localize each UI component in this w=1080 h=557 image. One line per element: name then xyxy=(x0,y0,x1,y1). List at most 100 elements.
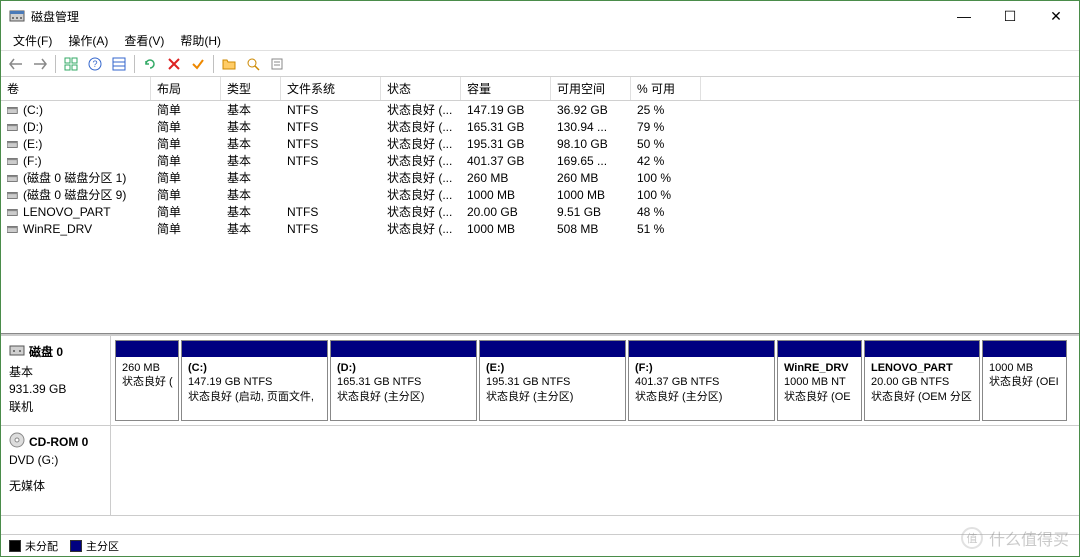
watermark-text: 什么值得买 xyxy=(989,526,1069,550)
partition-status: 状态良好 (OEM 分区 xyxy=(871,390,973,404)
volume-row[interactable]: (C:)简单基本NTFS状态良好 (...147.19 GB36.92 GB25… xyxy=(1,101,1079,118)
tiles-view-icon[interactable] xyxy=(60,53,82,75)
partition-header xyxy=(778,341,861,357)
properties-icon[interactable] xyxy=(266,53,288,75)
volume-free: 36.92 GB xyxy=(551,102,631,118)
watermark: 值 什么值得买 xyxy=(961,526,1069,550)
partition[interactable]: (F:)401.37 GB NTFS状态良好 (主分区) xyxy=(628,340,775,421)
partition-status: 状态良好 (主分区) xyxy=(486,390,619,404)
legend-unallocated: 未分配 xyxy=(9,538,58,554)
partition-status: 状态良好 ( xyxy=(122,375,172,389)
partition-size: 20.00 GB NTFS xyxy=(871,375,973,389)
disk-label[interactable]: CD-ROM 0DVD (G:)无媒体 xyxy=(1,426,111,515)
partition[interactable]: 1000 MB状态良好 (OEI xyxy=(982,340,1067,421)
volume-free: 1000 MB xyxy=(551,187,631,203)
toolbar-separator xyxy=(55,55,56,73)
partition[interactable]: (D:)165.31 GB NTFS状态良好 (主分区) xyxy=(330,340,477,421)
volume-fs xyxy=(281,194,381,196)
partition-size: 1000 MB NT xyxy=(784,375,855,389)
disk-type: DVD (G:) xyxy=(9,453,102,467)
partition-size: 401.37 GB NTFS xyxy=(635,375,768,389)
refresh-icon[interactable] xyxy=(139,53,161,75)
volume-size: 20.00 GB xyxy=(461,204,551,220)
maximize-button[interactable]: ☐ xyxy=(987,1,1033,31)
volume-row[interactable]: LENOVO_PART简单基本NTFS状态良好 (...20.00 GB9.51… xyxy=(1,203,1079,220)
menu-help[interactable]: 帮助(H) xyxy=(172,30,229,51)
volume-type: 基本 xyxy=(221,219,281,238)
partition-label: (D:) xyxy=(337,361,470,375)
titlebar[interactable]: 磁盘管理 — ☐ ✕ xyxy=(1,1,1079,31)
disk-row: 磁盘 0基本931.39 GB联机260 MB状态良好 ((C:)147.19 … xyxy=(1,336,1079,426)
partition-status: 状态良好 (主分区) xyxy=(337,390,470,404)
disk-state: 联机 xyxy=(9,398,102,415)
menu-action[interactable]: 操作(A) xyxy=(60,30,116,51)
folder-icon[interactable] xyxy=(218,53,240,75)
col-header-status[interactable]: 状态 xyxy=(381,77,461,100)
partition[interactable]: (C:)147.19 GB NTFS状态良好 (启动, 页面文件, xyxy=(181,340,328,421)
menubar: 文件(F) 操作(A) 查看(V) 帮助(H) xyxy=(1,31,1079,51)
menu-file[interactable]: 文件(F) xyxy=(5,30,60,51)
volume-pct: 48 % xyxy=(631,204,701,220)
volume-name: (C:) xyxy=(23,103,43,117)
partition-header xyxy=(116,341,178,357)
search-icon[interactable] xyxy=(242,53,264,75)
minimize-button[interactable]: — xyxy=(941,1,987,31)
col-header-type[interactable]: 类型 xyxy=(221,77,281,100)
volume-fs: NTFS xyxy=(281,136,381,152)
volume-size: 1000 MB xyxy=(461,187,551,203)
disk-partitions xyxy=(111,426,1079,515)
volume-size: 1000 MB xyxy=(461,221,551,237)
legend-swatch-unalloc xyxy=(9,540,21,552)
volume-list[interactable]: 卷 布局 类型 文件系统 状态 容量 可用空间 % 可用 (C:)简单基本NTF… xyxy=(1,77,1079,334)
volume-row[interactable]: (F:)简单基本NTFS状态良好 (...401.37 GB169.65 ...… xyxy=(1,152,1079,169)
volume-row[interactable]: WinRE_DRV简单基本NTFS状态良好 (...1000 MB508 MB5… xyxy=(1,220,1079,237)
volume-name: LENOVO_PART xyxy=(23,205,111,219)
disk-row: CD-ROM 0DVD (G:)无媒体 xyxy=(1,426,1079,516)
volume-pct: 51 % xyxy=(631,221,701,237)
col-header-pct[interactable]: % 可用 xyxy=(631,77,701,100)
back-button[interactable] xyxy=(5,53,27,75)
volume-pct: 42 % xyxy=(631,153,701,169)
volume-free: 130.94 ... xyxy=(551,119,631,135)
col-header-layout[interactable]: 布局 xyxy=(151,77,221,100)
col-header-volume[interactable]: 卷 xyxy=(1,77,151,100)
list-header: 卷 布局 类型 文件系统 状态 容量 可用空间 % 可用 xyxy=(1,77,1079,101)
partition-status: 状态良好 (主分区) xyxy=(635,390,768,404)
partition[interactable]: LENOVO_PART20.00 GB NTFS状态良好 (OEM 分区 xyxy=(864,340,980,421)
partition-header xyxy=(182,341,327,357)
disk-graph-pane[interactable]: 磁盘 0基本931.39 GB联机260 MB状态良好 ((C:)147.19 … xyxy=(1,334,1079,534)
volume-row[interactable]: (D:)简单基本NTFS状态良好 (...165.31 GB130.94 ...… xyxy=(1,118,1079,135)
partition[interactable]: (E:)195.31 GB NTFS状态良好 (主分区) xyxy=(479,340,626,421)
help-icon[interactable]: ? xyxy=(84,53,106,75)
volume-free: 260 MB xyxy=(551,170,631,186)
volume-name: (D:) xyxy=(23,120,43,134)
toolbar-separator xyxy=(213,55,214,73)
volume-row[interactable]: (磁盘 0 磁盘分区 1)简单基本状态良好 (...260 MB260 MB10… xyxy=(1,169,1079,186)
partition[interactable]: WinRE_DRV1000 MB NT状态良好 (OE xyxy=(777,340,862,421)
partition[interactable]: 260 MB状态良好 ( xyxy=(115,340,179,421)
disk-name: 磁盘 0 xyxy=(29,343,63,360)
check-icon[interactable] xyxy=(187,53,209,75)
forward-button[interactable] xyxy=(29,53,51,75)
volume-fs: NTFS xyxy=(281,119,381,135)
col-header-free[interactable]: 可用空间 xyxy=(551,77,631,100)
partition-label: WinRE_DRV xyxy=(784,361,855,375)
col-header-fs[interactable]: 文件系统 xyxy=(281,77,381,100)
col-header-size[interactable]: 容量 xyxy=(461,77,551,100)
volume-row[interactable]: (E:)简单基本NTFS状态良好 (...195.31 GB98.10 GB50… xyxy=(1,135,1079,152)
volume-fs: NTFS xyxy=(281,153,381,169)
volume-row[interactable]: (磁盘 0 磁盘分区 9)简单基本状态良好 (...1000 MB1000 MB… xyxy=(1,186,1079,203)
volume-status: 状态良好 (... xyxy=(381,219,461,238)
volume-size: 260 MB xyxy=(461,170,551,186)
delete-icon[interactable] xyxy=(163,53,185,75)
volume-size: 165.31 GB xyxy=(461,119,551,135)
content-area: 卷 布局 类型 文件系统 状态 容量 可用空间 % 可用 (C:)简单基本NTF… xyxy=(1,77,1079,556)
volume-pct: 25 % xyxy=(631,102,701,118)
partition-label: (C:) xyxy=(188,361,321,375)
partition-label: (E:) xyxy=(486,361,619,375)
partition-size: 260 MB xyxy=(122,361,172,375)
menu-view[interactable]: 查看(V) xyxy=(116,30,172,51)
disk-label[interactable]: 磁盘 0基本931.39 GB联机 xyxy=(1,336,111,425)
close-button[interactable]: ✕ xyxy=(1033,1,1079,31)
list-view-icon[interactable] xyxy=(108,53,130,75)
